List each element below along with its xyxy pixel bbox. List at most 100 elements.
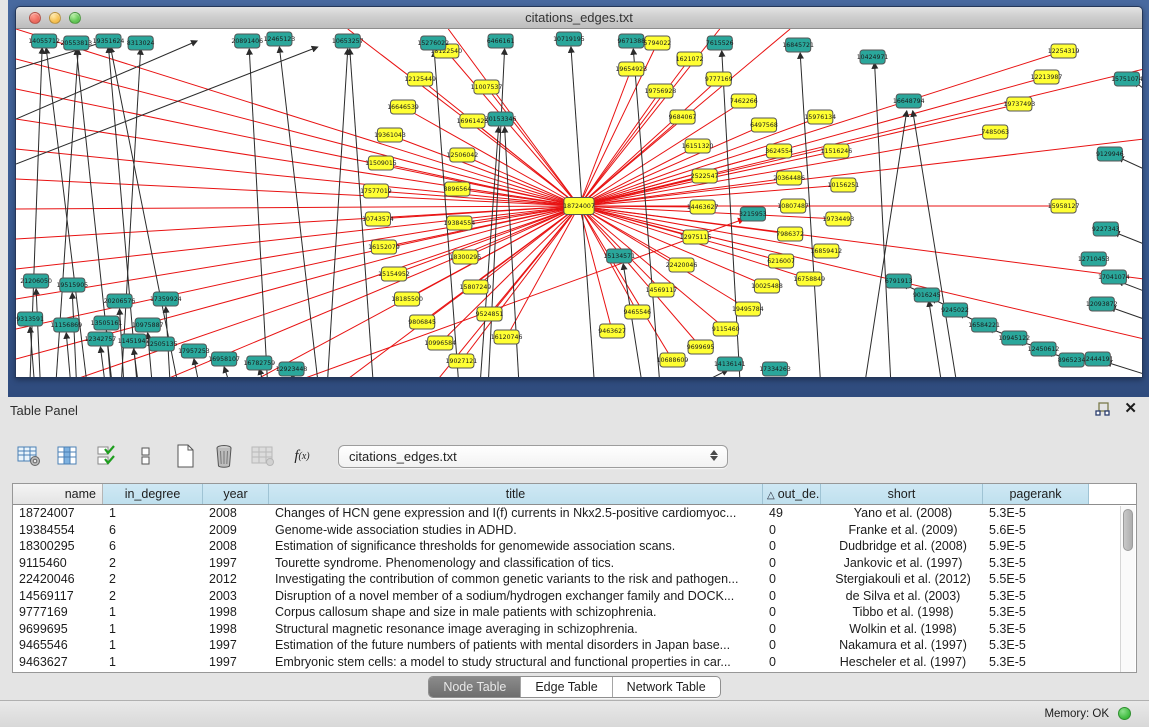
graph-node[interactable]: 8965234 [1058, 353, 1086, 367]
graph-node[interactable]: 7615526 [706, 36, 734, 50]
graph-node-selected[interactable]: 9465546 [623, 305, 651, 319]
graph-node-selected[interactable]: 19737493 [1004, 97, 1036, 111]
graph-node[interactable]: 3215953 [739, 207, 767, 221]
table-row[interactable]: 969969511998Structural magnetic resonanc… [13, 621, 1136, 638]
graph-node-selected[interactable]: 19027121 [446, 354, 478, 368]
table-row[interactable]: 946362711997Embryonic stem cells: a mode… [13, 654, 1136, 671]
graph-node-selected[interactable]: 1621072 [676, 52, 704, 66]
graph-node-selected[interactable]: 16152079 [368, 240, 400, 254]
graph-node[interactable]: 11156869 [50, 318, 82, 332]
graph-node[interactable]: 14136141 [714, 357, 746, 371]
table-row[interactable]: 2242004622012Investigating the contribut… [13, 571, 1136, 588]
table-selector-dropdown[interactable]: citations_edges.txt [338, 445, 728, 468]
network-window-titlebar[interactable]: citations_edges.txt [16, 7, 1142, 29]
select-rows-icon[interactable] [94, 443, 120, 469]
table-row[interactable]: 1938455462009Genome-wide association stu… [13, 522, 1136, 539]
column-header-short[interactable]: short [821, 484, 983, 504]
column-header-title[interactable]: title [269, 484, 763, 504]
graph-node-selected[interactable]: 5794022 [644, 36, 672, 50]
graph-node[interactable]: 20206576 [104, 294, 136, 308]
tab-network-table[interactable]: Network Table [613, 677, 720, 697]
graph-node-selected[interactable]: 6216007 [767, 254, 795, 268]
graph-node-selected[interactable]: 11007537 [471, 80, 503, 94]
graph-node-selected[interactable]: 2522547 [691, 169, 719, 183]
graph-node-selected[interactable]: 10996584 [424, 336, 456, 350]
column-header-name[interactable]: name [13, 484, 103, 504]
graph-node[interactable]: 21206050 [20, 274, 52, 288]
graph-node[interactable]: 12505135 [146, 337, 178, 351]
graph-node[interactable]: 15276022 [417, 36, 449, 50]
column-header-pagerank[interactable]: pagerank [983, 484, 1089, 504]
graph-node[interactable]: 9016245 [913, 288, 941, 302]
graph-node[interactable]: 9313591 [16, 312, 44, 326]
new-document-icon[interactable] [172, 443, 198, 469]
tab-node-table[interactable]: Node Table [429, 677, 521, 697]
table-row[interactable]: 1456911722003Disruption of a novel membe… [13, 588, 1136, 605]
graph-node[interactable]: 12710453 [1078, 252, 1110, 266]
column-header-indegree[interactable]: in_degree [103, 484, 203, 504]
graph-node[interactable]: 20153346 [485, 112, 517, 126]
graph-node[interactable]: 10719195 [553, 32, 585, 46]
vertical-scrollbar[interactable] [1120, 506, 1135, 672]
graph-node[interactable]: 12465123 [264, 32, 296, 46]
graph-node[interactable]: 14055712 [28, 34, 60, 48]
graph-node[interactable]: 10424971 [857, 50, 889, 64]
graph-node-selected[interactable]: 15154952 [378, 267, 410, 281]
graph-node-selected[interactable]: 15807249 [460, 280, 492, 294]
graph-node-selected[interactable]: 7986372 [776, 227, 804, 241]
graph-node-selected[interactable]: 7462266 [730, 94, 758, 108]
graph-node[interactable]: 17957253 [178, 344, 210, 358]
graph-node[interactable]: 16845721 [782, 38, 814, 52]
graph-node-selected[interactable]: 14463627 [687, 200, 719, 214]
graph-node-selected[interactable]: 16120746 [491, 330, 523, 344]
graph-node-selected[interactable]: 16646539 [387, 100, 419, 114]
graph-node-selected[interactable]: 10025488 [751, 279, 783, 293]
column-select-icon[interactable] [55, 443, 81, 469]
graph-node-selected[interactable]: 19361043 [374, 128, 406, 142]
graph-node-selected[interactable]: 10807487 [777, 199, 809, 213]
graph-node-selected[interactable]: 15976134 [804, 110, 836, 124]
graph-node[interactable]: 10653257 [332, 34, 364, 48]
graph-node-selected[interactable]: 8896564 [443, 182, 471, 196]
graph-node-selected[interactable]: 17577019 [360, 184, 392, 198]
graph-node[interactable]: 9245022 [941, 303, 969, 317]
graph-node[interactable]: 20891406 [231, 34, 263, 48]
graph-node-selected[interactable]: 16758849 [793, 272, 825, 286]
graph-node-selected[interactable]: 9699695 [687, 340, 715, 354]
graph-node[interactable]: 17334263 [759, 362, 791, 376]
graph-node-selected[interactable]: 9777169 [705, 72, 733, 86]
graph-node[interactable]: 9227343 [1092, 222, 1120, 236]
graph-node[interactable]: 17041074 [1098, 270, 1130, 284]
graph-node-selected[interactable]: 19756928 [645, 84, 677, 98]
graph-node-selected[interactable]: 16151320 [682, 139, 714, 153]
graph-node[interactable]: 19351624 [93, 34, 125, 48]
table-row[interactable]: 911546021997Tourette syndrome. Phenomeno… [13, 555, 1136, 572]
graph-node[interactable]: 13505161 [91, 316, 123, 330]
graph-node-selected[interactable]: 19734493 [823, 212, 855, 226]
function-builder-icon[interactable]: f(x) [289, 443, 315, 469]
column-header-year[interactable]: year [203, 484, 269, 504]
graph-node[interactable]: 6466161 [487, 34, 515, 48]
graph-node-selected[interactable]: 9463627 [598, 324, 626, 338]
tab-edge-table[interactable]: Edge Table [521, 677, 612, 697]
graph-node-selected[interactable]: 6497568 [750, 118, 778, 132]
graph-node-selected[interactable]: 9684067 [669, 110, 697, 124]
graph-node-selected[interactable]: 12975115 [680, 230, 712, 244]
graph-node[interactable]: 16648794 [893, 94, 925, 108]
graph-node-selected[interactable]: 3624554 [765, 144, 793, 158]
graph-node[interactable]: 12923448 [276, 362, 308, 376]
graph-node-selected[interactable]: 14569117 [646, 283, 678, 297]
table-row[interactable]: 977716911998Corpus callosum shape and si… [13, 604, 1136, 621]
graph-node-selected[interactable]: 7485063 [981, 125, 1009, 139]
graph-node[interactable]: 20553813 [60, 36, 92, 50]
graph-node-selected[interactable]: 19654923 [615, 62, 647, 76]
graph-node[interactable]: 8313024 [127, 36, 155, 50]
graph-node-selected[interactable]: 11509015 [365, 156, 397, 170]
table-row[interactable]: 1830029562008Estimation of significance … [13, 538, 1136, 555]
graph-node-selected[interactable]: 16961425 [457, 114, 489, 128]
graph-node[interactable]: 12342757 [85, 332, 117, 346]
table-row[interactable]: 946554611997Estimation of the future num… [13, 637, 1136, 654]
graph-node-selected[interactable]: 16859412 [810, 244, 842, 258]
graph-node-selected[interactable]: 10688609 [657, 353, 689, 367]
row-height-icon[interactable] [133, 443, 159, 469]
